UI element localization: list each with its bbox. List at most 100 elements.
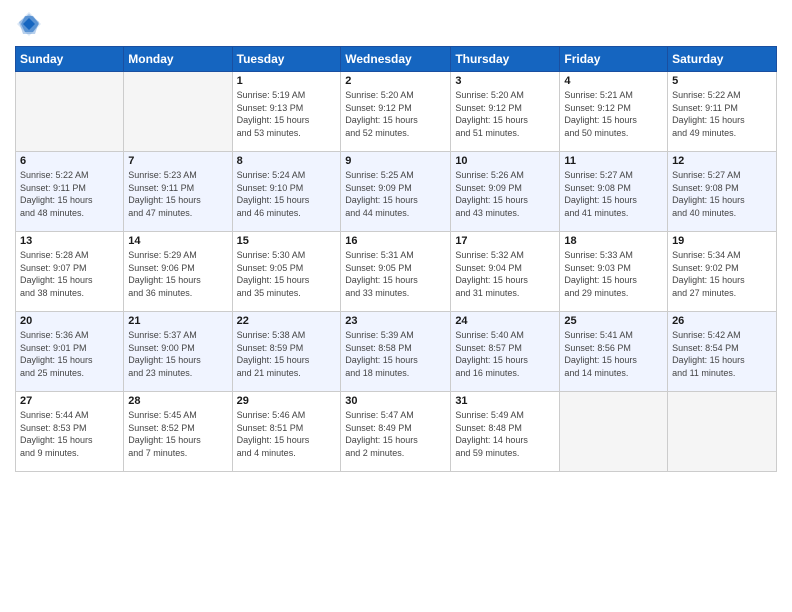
calendar-cell: 23 Sunrise: 5:39 AM Sunset: 8:58 PM Dayli… xyxy=(341,312,451,392)
weekday-header: Friday xyxy=(560,47,668,72)
weekday-header: Wednesday xyxy=(341,47,451,72)
weekday-header: Saturday xyxy=(668,47,777,72)
day-info: Sunrise: 5:31 AM Sunset: 9:05 PM Dayligh… xyxy=(345,249,446,299)
day-info: Sunrise: 5:21 AM Sunset: 9:12 PM Dayligh… xyxy=(564,89,663,139)
day-number: 30 xyxy=(345,395,446,407)
calendar-cell: 20 Sunrise: 5:36 AM Sunset: 9:01 PM Dayli… xyxy=(16,312,124,392)
day-number: 6 xyxy=(20,155,119,167)
day-info: Sunrise: 5:46 AM Sunset: 8:51 PM Dayligh… xyxy=(237,409,337,459)
calendar-week-row: 1 Sunrise: 5:19 AM Sunset: 9:13 PM Daylig… xyxy=(16,72,777,152)
day-info: Sunrise: 5:26 AM Sunset: 9:09 PM Dayligh… xyxy=(455,169,555,219)
day-number: 14 xyxy=(128,235,227,247)
calendar-cell: 1 Sunrise: 5:19 AM Sunset: 9:13 PM Daylig… xyxy=(232,72,341,152)
weekday-header: Tuesday xyxy=(232,47,341,72)
calendar-cell: 26Sunrise: 5:42 AM Sunset: 8:54 PM Dayli… xyxy=(668,312,777,392)
calendar-cell: 17 Sunrise: 5:32 AM Sunset: 9:04 PM Dayli… xyxy=(451,232,560,312)
calendar-cell: 9 Sunrise: 5:25 AM Sunset: 9:09 PM Daylig… xyxy=(341,152,451,232)
day-number: 8 xyxy=(237,155,337,167)
day-number: 27 xyxy=(20,395,119,407)
logo-icon xyxy=(15,10,43,38)
day-number: 10 xyxy=(455,155,555,167)
day-info: Sunrise: 5:41 AM Sunset: 8:56 PM Dayligh… xyxy=(564,329,663,379)
calendar-week-row: 27Sunrise: 5:44 AM Sunset: 8:53 PM Dayli… xyxy=(16,392,777,472)
day-info: Sunrise: 5:36 AM Sunset: 9:01 PM Dayligh… xyxy=(20,329,119,379)
day-info: Sunrise: 5:25 AM Sunset: 9:09 PM Dayligh… xyxy=(345,169,446,219)
calendar-cell: 30 Sunrise: 5:47 AM Sunset: 8:49 PM Dayli… xyxy=(341,392,451,472)
day-number: 26 xyxy=(672,315,772,327)
calendar-cell: 12Sunrise: 5:27 AM Sunset: 9:08 PM Dayli… xyxy=(668,152,777,232)
day-info: Sunrise: 5:45 AM Sunset: 8:52 PM Dayligh… xyxy=(128,409,227,459)
calendar-cell: 2 Sunrise: 5:20 AM Sunset: 9:12 PM Daylig… xyxy=(341,72,451,152)
calendar-cell: 22 Sunrise: 5:38 AM Sunset: 8:59 PM Dayli… xyxy=(232,312,341,392)
day-number: 29 xyxy=(237,395,337,407)
weekday-header-row: SundayMondayTuesdayWednesdayThursdayFrid… xyxy=(16,47,777,72)
calendar-cell: 6 Sunrise: 5:22 AM Sunset: 9:11 PM Daylig… xyxy=(16,152,124,232)
calendar-week-row: 13 Sunrise: 5:28 AM Sunset: 9:07 PM Dayli… xyxy=(16,232,777,312)
day-number: 12 xyxy=(672,155,772,167)
day-number: 23 xyxy=(345,315,446,327)
calendar-cell: 15Sunrise: 5:30 AM Sunset: 9:05 PM Dayli… xyxy=(232,232,341,312)
calendar-cell xyxy=(124,72,232,152)
day-number: 15 xyxy=(237,235,337,247)
day-number: 25 xyxy=(564,315,663,327)
day-info: Sunrise: 5:39 AM Sunset: 8:58 PM Dayligh… xyxy=(345,329,446,379)
day-number: 20 xyxy=(20,315,119,327)
logo xyxy=(15,10,47,38)
day-info: Sunrise: 5:27 AM Sunset: 9:08 PM Dayligh… xyxy=(564,169,663,219)
day-number: 2 xyxy=(345,75,446,87)
day-number: 5 xyxy=(672,75,772,87)
day-info: Sunrise: 5:23 AM Sunset: 9:11 PM Dayligh… xyxy=(128,169,227,219)
day-info: Sunrise: 5:20 AM Sunset: 9:12 PM Dayligh… xyxy=(455,89,555,139)
calendar-cell: 21 Sunrise: 5:37 AM Sunset: 9:00 PM Dayli… xyxy=(124,312,232,392)
day-info: Sunrise: 5:38 AM Sunset: 8:59 PM Dayligh… xyxy=(237,329,337,379)
calendar-cell: 25 Sunrise: 5:41 AM Sunset: 8:56 PM Dayli… xyxy=(560,312,668,392)
day-number: 7 xyxy=(128,155,227,167)
calendar-cell: 16 Sunrise: 5:31 AM Sunset: 9:05 PM Dayli… xyxy=(341,232,451,312)
day-info: Sunrise: 5:24 AM Sunset: 9:10 PM Dayligh… xyxy=(237,169,337,219)
day-info: Sunrise: 5:22 AM Sunset: 9:11 PM Dayligh… xyxy=(20,169,119,219)
day-number: 19 xyxy=(672,235,772,247)
day-info: Sunrise: 5:28 AM Sunset: 9:07 PM Dayligh… xyxy=(20,249,119,299)
day-info: Sunrise: 5:32 AM Sunset: 9:04 PM Dayligh… xyxy=(455,249,555,299)
day-info: Sunrise: 5:20 AM Sunset: 9:12 PM Dayligh… xyxy=(345,89,446,139)
day-number: 13 xyxy=(20,235,119,247)
weekday-header: Sunday xyxy=(16,47,124,72)
day-number: 3 xyxy=(455,75,555,87)
day-number: 1 xyxy=(237,75,337,87)
page: SundayMondayTuesdayWednesdayThursdayFrid… xyxy=(0,0,792,612)
weekday-header: Thursday xyxy=(451,47,560,72)
day-info: Sunrise: 5:49 AM Sunset: 8:48 PM Dayligh… xyxy=(455,409,555,459)
calendar-cell xyxy=(668,392,777,472)
day-info: Sunrise: 5:22 AM Sunset: 9:11 PM Dayligh… xyxy=(672,89,772,139)
calendar-cell: 31 Sunrise: 5:49 AM Sunset: 8:48 PM Dayli… xyxy=(451,392,560,472)
calendar-cell: 4Sunrise: 5:21 AM Sunset: 9:12 PM Daylig… xyxy=(560,72,668,152)
header xyxy=(15,10,777,38)
calendar-cell: 27Sunrise: 5:44 AM Sunset: 8:53 PM Dayli… xyxy=(16,392,124,472)
day-number: 21 xyxy=(128,315,227,327)
calendar-cell xyxy=(16,72,124,152)
calendar-cell: 5 Sunrise: 5:22 AM Sunset: 9:11 PM Daylig… xyxy=(668,72,777,152)
day-number: 31 xyxy=(455,395,555,407)
day-info: Sunrise: 5:37 AM Sunset: 9:00 PM Dayligh… xyxy=(128,329,227,379)
calendar-week-row: 6 Sunrise: 5:22 AM Sunset: 9:11 PM Daylig… xyxy=(16,152,777,232)
weekday-header: Monday xyxy=(124,47,232,72)
day-number: 16 xyxy=(345,235,446,247)
calendar-cell: 19Sunrise: 5:34 AM Sunset: 9:02 PM Dayli… xyxy=(668,232,777,312)
calendar-cell: 7 Sunrise: 5:23 AM Sunset: 9:11 PM Daylig… xyxy=(124,152,232,232)
calendar-cell: 3 Sunrise: 5:20 AM Sunset: 9:12 PM Daylig… xyxy=(451,72,560,152)
calendar-cell: 24Sunrise: 5:40 AM Sunset: 8:57 PM Dayli… xyxy=(451,312,560,392)
calendar-cell: 18Sunrise: 5:33 AM Sunset: 9:03 PM Dayli… xyxy=(560,232,668,312)
calendar-cell: 11Sunrise: 5:27 AM Sunset: 9:08 PM Dayli… xyxy=(560,152,668,232)
calendar-cell: 28 Sunrise: 5:45 AM Sunset: 8:52 PM Dayli… xyxy=(124,392,232,472)
day-info: Sunrise: 5:40 AM Sunset: 8:57 PM Dayligh… xyxy=(455,329,555,379)
day-number: 22 xyxy=(237,315,337,327)
calendar-cell: 8 Sunrise: 5:24 AM Sunset: 9:10 PM Daylig… xyxy=(232,152,341,232)
day-number: 17 xyxy=(455,235,555,247)
day-info: Sunrise: 5:47 AM Sunset: 8:49 PM Dayligh… xyxy=(345,409,446,459)
calendar-cell: 14Sunrise: 5:29 AM Sunset: 9:06 PM Dayli… xyxy=(124,232,232,312)
calendar-cell xyxy=(560,392,668,472)
day-number: 28 xyxy=(128,395,227,407)
day-number: 9 xyxy=(345,155,446,167)
calendar-table: SundayMondayTuesdayWednesdayThursdayFrid… xyxy=(15,46,777,472)
day-info: Sunrise: 5:19 AM Sunset: 9:13 PM Dayligh… xyxy=(237,89,337,139)
